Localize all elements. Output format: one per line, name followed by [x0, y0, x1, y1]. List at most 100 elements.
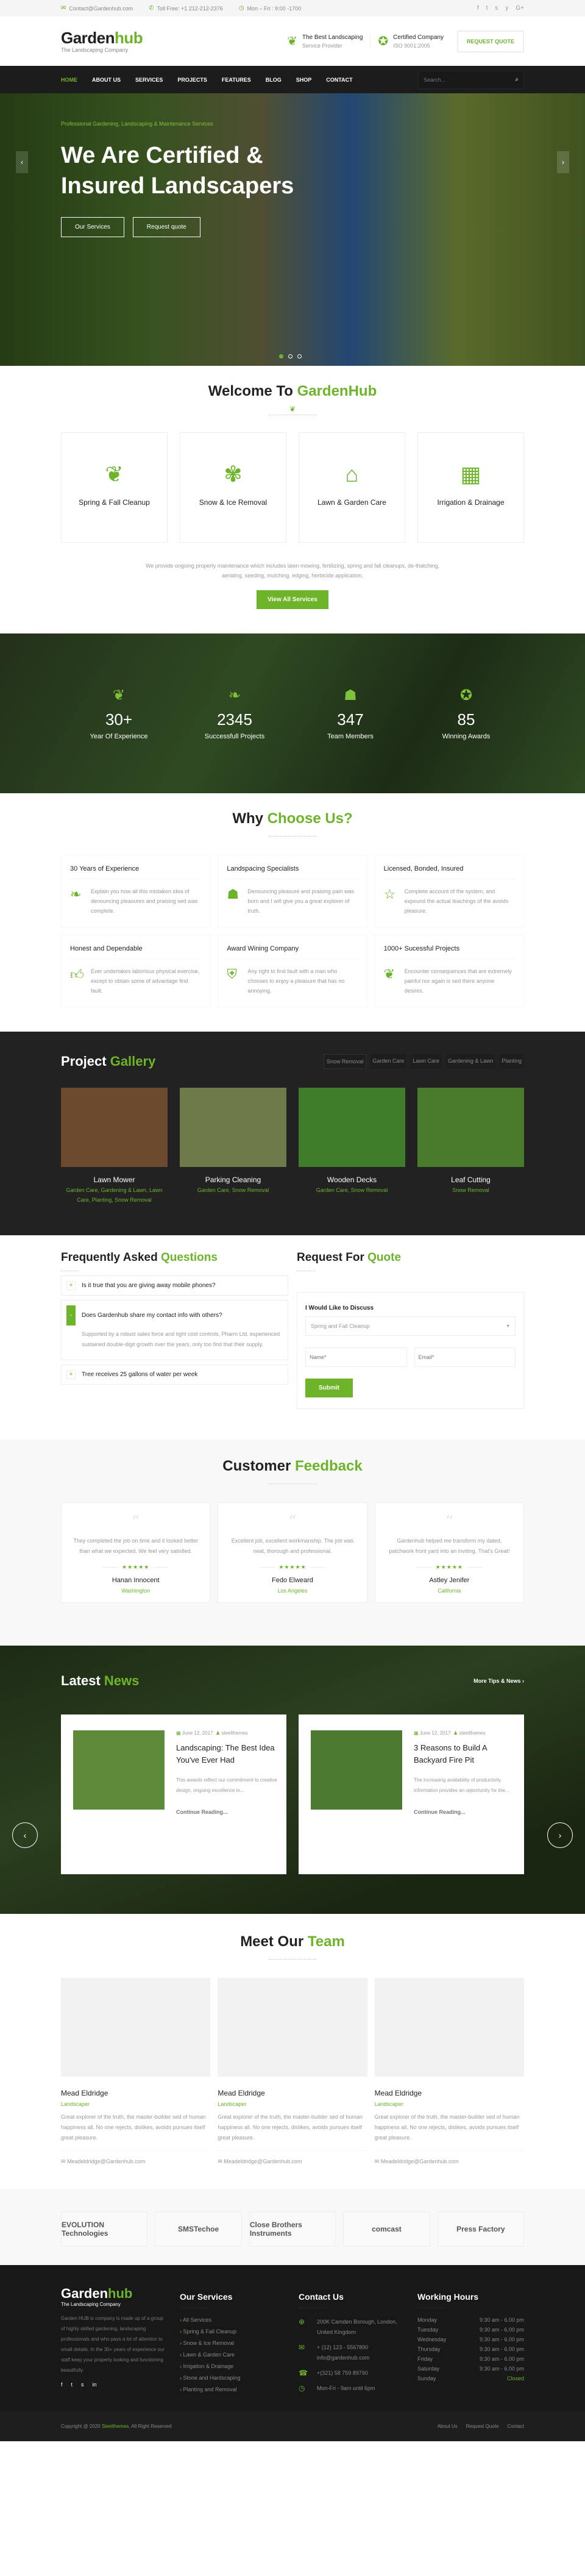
search-icon[interactable]: ⌕	[515, 76, 519, 83]
client-logo[interactable]: EVOLUTION Technologies	[61, 2211, 148, 2247]
filter-tab[interactable]: Garden Care	[370, 1054, 407, 1069]
award-ribbon-icon: ✪	[459, 687, 473, 704]
quote-icon: “	[132, 1513, 140, 1531]
nav-home[interactable]: HOME	[61, 77, 77, 83]
section-title: Why Choose Us?	[232, 810, 353, 827]
nav-services[interactable]: SERVICES	[135, 77, 163, 83]
footer-link[interactable]: Planting and Removal	[180, 2386, 286, 2392]
service-card[interactable]: ❦ Spring & Fall Cleanup	[61, 432, 168, 543]
slider-dot[interactable]	[279, 354, 283, 359]
nav-about[interactable]: ABOUT US	[92, 77, 121, 83]
team-member: Mead Eldridge Landscaper Great explorer of…	[61, 1978, 211, 2165]
service-card[interactable]: ▦ Irrigation & Drainage	[417, 432, 524, 543]
footer-link[interactable]: Stone and Hardscaping	[180, 2375, 286, 2381]
filter-tab[interactable]: Lawn Care	[410, 1054, 442, 1069]
skype-icon[interactable]: s	[81, 2382, 84, 2388]
news-prev-arrow[interactable]: ‹	[12, 1822, 38, 1848]
footer-link[interactable]: Snow & Ice Removal	[180, 2340, 286, 2346]
twitter-icon[interactable]: t	[486, 5, 488, 12]
project-image	[417, 1088, 524, 1167]
logo-tagline: The Landscaping Company	[61, 46, 129, 53]
nav-features[interactable]: FEATURES	[222, 77, 251, 83]
nav-contact[interactable]: CONTACT	[326, 77, 352, 83]
counter: ❧ 2345 Successfull Projects	[177, 687, 292, 740]
gallery-item[interactable]: Parking Cleaning Garden Care, Snow Remova…	[180, 1088, 286, 1205]
facebook-icon[interactable]: f	[61, 2382, 63, 2388]
footer-link-quote[interactable]: Request Quote	[466, 2424, 499, 2429]
footer-link-about[interactable]: About Us	[438, 2424, 458, 2429]
member-email[interactable]: ✉ Meadeldridge@Gardenhub.com	[218, 2158, 367, 2165]
footer-link[interactable]: Lawn & Garden Care	[180, 2352, 286, 2358]
header: Gardenhub The Landscaping Company ❦ The …	[0, 16, 585, 66]
filter-tab[interactable]: Gardening & Lawn	[445, 1054, 496, 1069]
view-all-services-button[interactable]: View All Services	[257, 590, 328, 609]
more-news-link[interactable]: More Tips & News ›	[473, 1678, 524, 1684]
feature-card: 30 Years of Experience ❧ Explain you how a…	[61, 855, 211, 927]
submit-button[interactable]: Submit	[305, 1379, 353, 1397]
member-email[interactable]: ✉ Meadeldridge@Gardenhub.com	[61, 2158, 210, 2165]
footer-link[interactable]: All Services	[180, 2317, 286, 2323]
gallery-item[interactable]: Leaf Cutting Snow Removal	[417, 1088, 524, 1205]
topbar-email[interactable]: ✉ Contact@Gardenhub.com	[61, 5, 133, 12]
twitter-icon[interactable]: t	[71, 2382, 73, 2388]
faq-item[interactable]: + Is it true that you are giving away mob…	[61, 1276, 288, 1296]
news-card[interactable]: ▦ June 12, 2017 ♟ steelthemes Landscapin…	[61, 1714, 286, 1874]
client-logo[interactable]: Close Brothers Instruments	[249, 2211, 336, 2247]
hero-kicker: Professional Gardening, Landscaping & Ma…	[61, 121, 213, 127]
slider-dot[interactable]	[297, 354, 302, 359]
footer-logo[interactable]: Gardenhub The Landscaping Company	[61, 2287, 168, 2308]
main-nav: HOME ABOUT US SERVICES PROJECTS FEATURES…	[0, 66, 585, 93]
our-services-button[interactable]: Our Services	[61, 217, 124, 237]
news-card[interactable]: ▦ June 12, 2017 ♟ steelthemes 3 Reasons …	[299, 1714, 524, 1874]
logo[interactable]: Gardenhub The Landscaping Company	[61, 30, 143, 53]
continue-reading-link[interactable]: Continue Reading...	[414, 1809, 517, 1815]
plus-icon[interactable]: +	[66, 1281, 76, 1290]
client-logo[interactable]: Press Factory	[437, 2211, 525, 2247]
footer-link[interactable]: Spring & Fall Cleanup	[180, 2328, 286, 2335]
topbar-phone[interactable]: ✆ Toll Free: +1 212-212-2376	[149, 5, 223, 12]
plus-icon[interactable]: +	[66, 1370, 76, 1379]
news-title[interactable]: Landscaping: The Best Idea You've Ever H…	[176, 1742, 279, 1766]
google-plus-icon[interactable]: G+	[516, 5, 524, 12]
gallery-item[interactable]: Wooden Decks Garden Care, Snow Removal	[299, 1088, 405, 1205]
skype-icon[interactable]: s	[495, 5, 498, 12]
minus-icon[interactable]: -	[66, 1305, 76, 1325]
member-email[interactable]: ✉ Meadeldridge@Gardenhub.com	[375, 2158, 524, 2165]
calendar-icon: ▦	[414, 1730, 419, 1736]
search-input[interactable]	[424, 76, 516, 83]
gallery-item[interactable]: Lawn Mower Garden Care, Gardening & Lawn,…	[61, 1088, 168, 1205]
service-card[interactable]: ✾ Snow & Ice Removal	[180, 432, 286, 543]
email-field[interactable]	[414, 1347, 516, 1367]
news-next-arrow[interactable]: ›	[547, 1822, 573, 1848]
discuss-select[interactable]: Spring and Fall Cleanup ▼	[305, 1316, 516, 1336]
continue-reading-link[interactable]: Continue Reading...	[176, 1809, 279, 1815]
request-quote-hero-button[interactable]: Request quote	[132, 217, 200, 237]
filter-tab[interactable]: Snow Removal	[323, 1054, 367, 1069]
star-icon: ☆	[383, 887, 396, 902]
service-card[interactable]: ⌂ Lawn & Garden Care	[299, 432, 405, 543]
thumbs-up-icon: 👍︎	[70, 967, 84, 982]
slider-dot[interactable]	[288, 354, 292, 359]
client-logo[interactable]: comcast	[343, 2211, 430, 2247]
news-title[interactable]: 3 Reasons to Build A Backyard Fire Pit	[414, 1742, 517, 1766]
hand-plant-icon: ❦	[383, 966, 395, 982]
facebook-icon[interactable]: f	[477, 5, 479, 12]
footer-link[interactable]: Irrigation & Drainage	[180, 2363, 286, 2369]
linkedin-icon[interactable]: in	[93, 2382, 97, 2388]
client-logo[interactable]: SMSTechoe	[155, 2211, 242, 2247]
nav-shop[interactable]: SHOP	[296, 77, 312, 83]
hero-prev-arrow[interactable]: ‹	[16, 151, 28, 173]
name-field[interactable]	[305, 1347, 407, 1367]
request-quote-button[interactable]: REQUEST QUOTE	[456, 30, 524, 52]
faq-item[interactable]: - Does Gardenhub share my contact info wi…	[61, 1300, 288, 1360]
nav-blog[interactable]: BLOG	[266, 77, 282, 83]
nav-projects[interactable]: PROJECTS	[177, 77, 207, 83]
faq-item[interactable]: + Tree receives 25 gallons of water per w…	[61, 1365, 288, 1385]
news-image	[311, 1730, 402, 1810]
youtube-icon[interactable]: y	[505, 5, 508, 12]
quote-icon: “	[288, 1513, 297, 1531]
filter-tab[interactable]: Planting	[499, 1054, 524, 1069]
hero-next-arrow[interactable]: ›	[557, 151, 569, 173]
topbar-hours: ◷ Mon – Fri : 9:00 -1700	[238, 5, 302, 12]
footer-link-contact[interactable]: Contact	[507, 2424, 524, 2429]
